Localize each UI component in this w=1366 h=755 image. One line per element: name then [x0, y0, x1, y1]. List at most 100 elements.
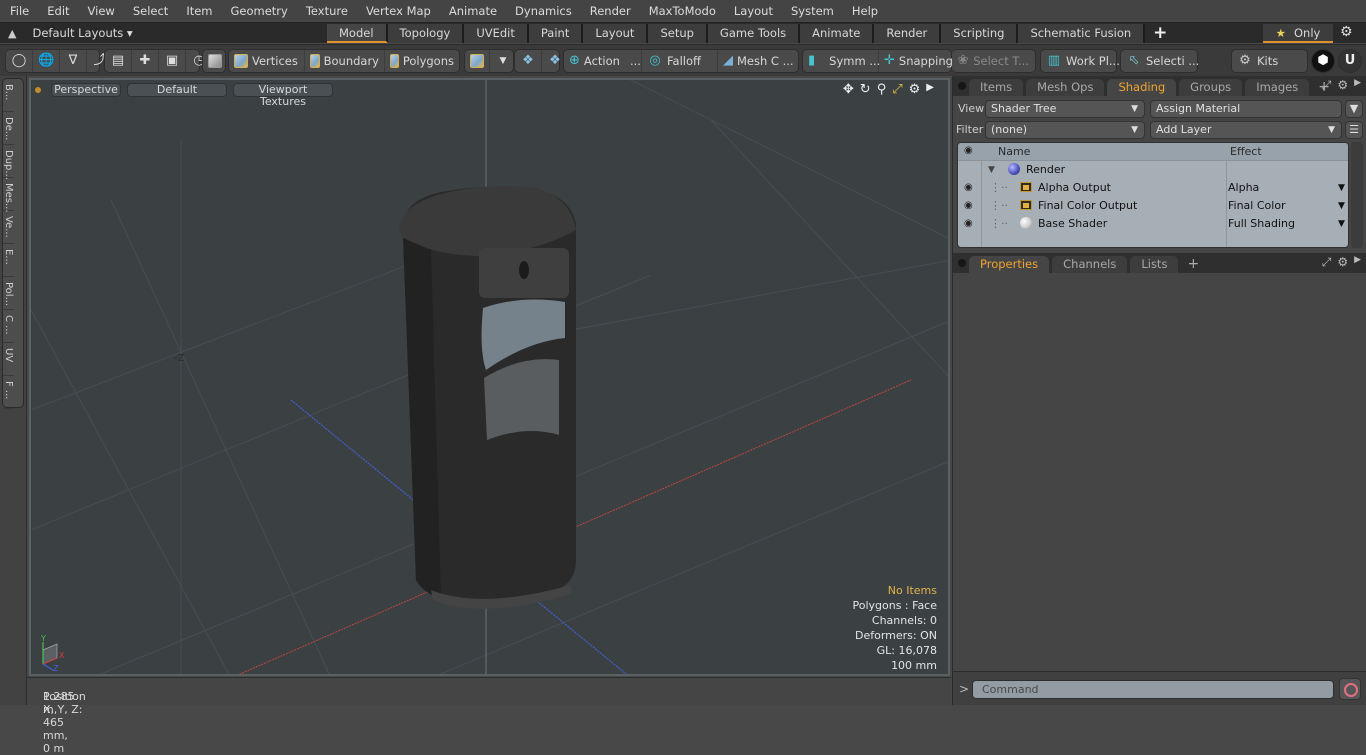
effect-column-header[interactable]: Effect — [1230, 145, 1262, 158]
menu-vertex-map[interactable]: Vertex Map — [356, 0, 439, 22]
tab-model[interactable]: Model — [327, 24, 388, 43]
tab-items[interactable]: Items — [969, 79, 1024, 96]
maximize-icon[interactable]: ⤢ — [892, 82, 902, 97]
tab-game-tools[interactable]: Game Tools — [707, 24, 801, 43]
tab-groups[interactable]: Groups — [1179, 79, 1243, 96]
tab-lists[interactable]: Lists — [1130, 256, 1179, 273]
panel-menu-dot[interactable] — [958, 259, 966, 267]
tab-paint[interactable]: Paint — [528, 24, 584, 43]
pan-icon[interactable]: ✥ — [843, 82, 854, 97]
left-tab-edge[interactable]: E... — [3, 244, 14, 277]
action-center-button[interactable]: ⊕ Action... — [564, 50, 642, 72]
viewport-settings-icon[interactable]: ⚙ — [909, 82, 921, 97]
filter-dropdown[interactable]: (none) ▼ — [985, 121, 1145, 139]
final-color-output-effect[interactable]: Final Color — [1228, 197, 1286, 215]
chevron-down-icon[interactable]: ▼ — [1338, 197, 1345, 215]
tab-layout[interactable]: Layout — [583, 24, 649, 43]
panel-gear-icon[interactable]: ⚙ — [1337, 255, 1348, 270]
record-macro-button[interactable] — [1339, 678, 1361, 700]
layers-tool-button[interactable]: ▤ — [105, 50, 132, 72]
left-tab-uv[interactable]: UV — [3, 343, 14, 376]
menu-texture[interactable]: Texture — [296, 0, 356, 22]
tree-row-render[interactable]: ▼ Render — [958, 161, 1348, 179]
tab-uvedit[interactable]: UVEdit — [464, 24, 529, 43]
item-mode-button[interactable] — [203, 50, 227, 72]
left-tab-basic[interactable]: B... — [3, 79, 14, 112]
symmetry-button[interactable]: ▮ Symm ... — [803, 50, 880, 72]
sphere-tool-button[interactable]: ◯ — [6, 50, 33, 72]
kits-button[interactable]: ⚙ Kits — [1232, 50, 1283, 72]
tab-images[interactable]: Images — [1245, 79, 1310, 96]
zoom-icon[interactable]: ⚲ — [877, 82, 887, 97]
unwrap-tool-button[interactable]: ✚ — [132, 50, 159, 72]
unity-button[interactable]: ⬢ — [1311, 49, 1335, 73]
panel-menu-dot[interactable] — [958, 82, 966, 90]
tab-shading[interactable]: Shading — [1107, 79, 1177, 96]
rotate-icon[interactable]: ↻ — [860, 82, 871, 97]
unreal-button[interactable]: U — [1338, 49, 1362, 73]
collapse-up-icon[interactable]: ▲ — [8, 27, 16, 40]
globe-tool-button[interactable]: 🌐 — [33, 50, 60, 72]
panel-arrow-icon[interactable]: ▶ — [1354, 78, 1361, 93]
menu-system[interactable]: System — [781, 0, 842, 22]
boundary-mode-button[interactable]: Boundary — [305, 50, 385, 72]
eye-icon[interactable]: ◉ — [964, 215, 976, 233]
pen-tool-button[interactable]: ∇ — [60, 50, 87, 72]
snapping-button[interactable]: ✛ Snapping — [879, 50, 953, 72]
menu-item[interactable]: Item — [176, 0, 220, 22]
menu-animate[interactable]: Animate — [439, 0, 505, 22]
view-dropdown[interactable]: Shader Tree ▼ — [985, 100, 1145, 118]
menu-render[interactable]: Render — [580, 0, 639, 22]
falloff-button[interactable]: ◎ Falloff — [642, 50, 718, 72]
polygons-mode-button[interactable]: Polygons — [385, 50, 459, 72]
add-tab-button[interactable]: + — [1145, 24, 1175, 43]
panel-gear-icon[interactable]: ⚙ — [1337, 78, 1348, 93]
left-tab-vertex[interactable]: Ve... — [3, 211, 14, 244]
tab-render[interactable]: Render — [874, 24, 942, 43]
menu-view[interactable]: View — [78, 0, 123, 22]
work-plane-button[interactable]: ▥ Work Pl... — [1041, 50, 1125, 72]
left-tab-curve[interactable]: C ... — [3, 310, 14, 343]
expand-panel-icon[interactable]: ⤢ — [1322, 78, 1332, 93]
left-tab-duplicate[interactable]: Dup... — [3, 145, 14, 180]
texture-mode-dropdown[interactable]: Viewport Textures — [233, 83, 333, 108]
vertices-mode-button[interactable]: Vertices — [229, 50, 305, 72]
tab-channels[interactable]: Channels — [1052, 256, 1128, 273]
select-through-button[interactable]: ❀ Select T... — [952, 50, 1034, 72]
eye-icon[interactable]: ◉ — [964, 179, 976, 197]
left-tab-mesh-edit[interactable]: Mes... — [3, 178, 14, 213]
3d-viewport[interactable]: -Z Perspective Default Viewport Textures… — [29, 78, 950, 676]
name-column-header[interactable]: Name — [998, 145, 1030, 158]
add-panel-tab-button[interactable]: + — [1181, 256, 1205, 273]
menu-maxtomodo[interactable]: MaxToModo — [639, 0, 724, 22]
menu-edit[interactable]: Edit — [37, 0, 77, 22]
menu-geometry[interactable]: Geometry — [221, 0, 296, 22]
tree-row-base-shader[interactable]: ◉ ⋮·· Base Shader Full Shading ▼ — [958, 215, 1348, 233]
expand-arrow-icon[interactable]: ▶ — [926, 82, 934, 97]
tree-row-alpha-output[interactable]: ◉ ⋮·· Alpha Output Alpha ▼ — [958, 179, 1348, 197]
frame-tool-button[interactable]: ▣ — [159, 50, 186, 72]
selection-sets-button[interactable]: ⬁ Selecti ... — [1121, 50, 1204, 72]
default-layouts-dropdown[interactable]: Default Layouts ▾ — [32, 26, 132, 40]
eye-icon[interactable]: ◉ — [964, 197, 976, 215]
base-shader-effect[interactable]: Full Shading — [1228, 215, 1295, 233]
world-axis-button[interactable]: ❖ — [515, 50, 542, 72]
assign-material-button[interactable]: Assign Material — [1150, 100, 1342, 118]
chevron-down-icon[interactable]: ▼ — [1338, 179, 1345, 197]
expand-panel-icon[interactable]: ⤢ — [1322, 255, 1332, 270]
left-tab-deform[interactable]: De... — [3, 112, 14, 145]
add-layer-dropdown[interactable]: Add Layer ▼ — [1150, 121, 1342, 139]
command-input[interactable]: Command — [972, 680, 1334, 699]
menu-file[interactable]: File — [0, 0, 37, 22]
left-tab-fusion[interactable]: F ... — [3, 376, 14, 409]
tree-row-final-color-output[interactable]: ◉ ⋮·· Final Color Output Final Color ▼ — [958, 197, 1348, 215]
shading-mode-dropdown[interactable]: Default — [127, 83, 227, 97]
tab-scripting[interactable]: Scripting — [941, 24, 1019, 43]
mesh-constraint-button[interactable]: ◢ Mesh C ... — [718, 50, 798, 72]
tab-mesh-ops[interactable]: Mesh Ops — [1026, 79, 1105, 96]
panel-arrow-icon[interactable]: ▶ — [1354, 255, 1361, 270]
alpha-output-effect[interactable]: Alpha — [1228, 179, 1259, 197]
material-mode-dropdown[interactable]: ▼ — [490, 50, 516, 72]
menu-select[interactable]: Select — [123, 0, 176, 22]
menu-layout[interactable]: Layout — [724, 0, 781, 22]
